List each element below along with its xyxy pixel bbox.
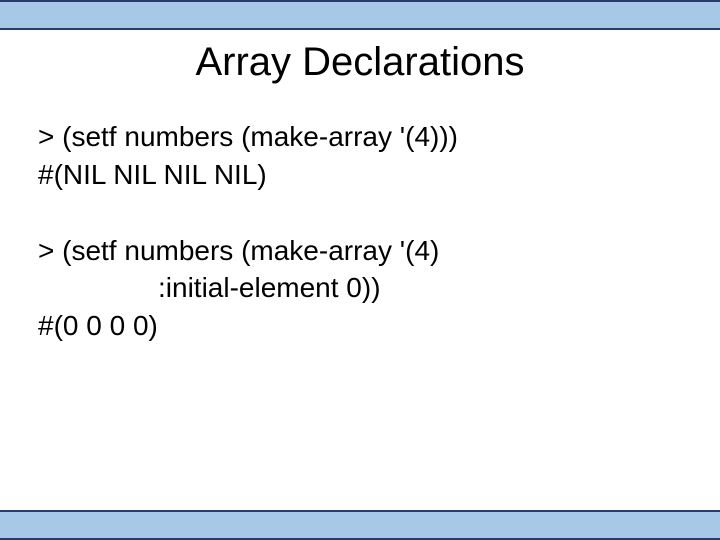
code-block-2: > (setf numbers (make-array '(4) :initia… (38, 232, 678, 345)
code-line: > (setf numbers (make-array '(4) (38, 232, 678, 270)
slide: Array Declarations > (setf numbers (make… (0, 0, 720, 540)
code-block-1: > (setf numbers (make-array '(4))) #(NIL… (38, 118, 678, 194)
slide-title: Array Declarations (0, 40, 720, 85)
code-line: :initial-element 0)) (38, 269, 678, 307)
bottom-bar (0, 510, 720, 540)
code-line: > (setf numbers (make-array '(4))) (38, 118, 678, 156)
slide-content: > (setf numbers (make-array '(4))) #(NIL… (38, 118, 678, 383)
top-bar (0, 0, 720, 30)
code-line: #(0 0 0 0) (38, 307, 678, 345)
code-line: #(NIL NIL NIL NIL) (38, 156, 678, 194)
